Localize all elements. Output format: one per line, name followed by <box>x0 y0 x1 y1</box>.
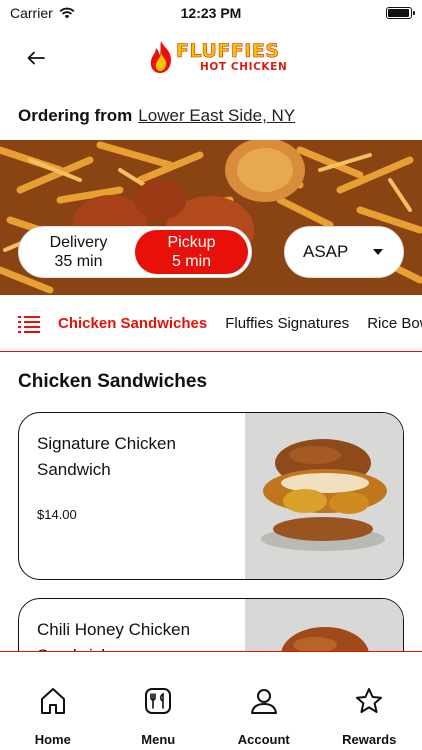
item-name: Signature Chicken Sandwich <box>37 434 176 479</box>
nav-rewards-label: Rewards <box>342 732 397 747</box>
star-icon <box>356 688 383 713</box>
account-icon <box>250 689 277 714</box>
order-mode-toggle: Delivery 35 min Pickup 5 min <box>18 226 252 278</box>
tab-rice-bowls[interactable]: Rice Bowls <box>367 315 422 332</box>
section-title: Chicken Sandwiches <box>18 371 208 392</box>
time-select-value: ASAP <box>303 242 349 261</box>
bottom-nav: Home Menu Account Rewards <box>0 651 422 750</box>
category-bar: Chicken Sandwiches Fluffies Signatures R… <box>0 296 422 352</box>
battery-fill <box>388 9 409 17</box>
list-icon[interactable] <box>18 315 40 333</box>
nav-account-label: Account <box>237 732 290 747</box>
tab-fluffies-signatures[interactable]: Fluffies Signatures <box>225 315 349 332</box>
back-button[interactable] <box>20 42 52 74</box>
location-link[interactable]: Lower East Side, NY <box>138 106 295 126</box>
wifi-icon <box>59 7 75 19</box>
brand-logo: FLUFFIES HOT CHICKEN <box>148 40 287 74</box>
nav-home-label: Home <box>34 732 71 747</box>
status-bar: Carrier 12:23 PM <box>0 0 422 26</box>
nav-account[interactable]: Account <box>211 652 317 750</box>
home-icon <box>40 688 65 714</box>
time-select[interactable]: ASAP <box>284 226 404 278</box>
pickup-time: 5 min <box>171 253 212 270</box>
logo-text: FLUFFIES HOT CHICKEN <box>176 39 288 73</box>
menu-utensils-icon <box>145 688 172 714</box>
item-info: Signature Chicken Sandwich <box>37 431 237 482</box>
header: FLUFFIES HOT CHICKEN <box>0 30 422 86</box>
carrier-label: Carrier <box>10 5 53 21</box>
delivery-option[interactable]: Delivery 35 min <box>22 230 135 274</box>
ordering-from: Ordering from Lower East Side, NY <box>18 106 295 126</box>
nav-home[interactable]: Home <box>0 652 106 750</box>
chicken-sandwich-image <box>245 413 403 579</box>
delivery-time: 35 min <box>54 253 103 270</box>
item-image <box>245 413 403 579</box>
menu-item-card[interactable]: Signature Chicken Sandwich $14.00 <box>18 412 404 580</box>
pickup-label: Pickup <box>167 233 216 251</box>
ordering-label: Ordering from <box>18 106 133 125</box>
battery-icon <box>386 7 415 19</box>
flame-logo-icon <box>150 41 171 73</box>
pickup-option[interactable]: Pickup 5 min <box>135 230 248 274</box>
hero-banner: Delivery 35 min Pickup 5 min ASAP <box>0 140 422 295</box>
item-price: $14.00 <box>37 507 77 522</box>
nav-rewards[interactable]: Rewards <box>317 652 422 750</box>
arrow-left-icon <box>27 51 45 65</box>
logo-main-text: FLUFFIES <box>176 39 280 62</box>
delivery-label: Delivery <box>49 233 108 251</box>
category-tabs: Chicken Sandwiches Fluffies Signatures R… <box>58 315 422 332</box>
logo-sub-text: HOT CHICKEN <box>200 60 288 73</box>
status-left: Carrier <box>10 5 75 21</box>
nav-menu[interactable]: Menu <box>106 652 212 750</box>
nav-menu-label: Menu <box>141 732 176 747</box>
caret-down-icon <box>373 249 383 255</box>
tab-chicken-sandwiches[interactable]: Chicken Sandwiches <box>58 315 207 332</box>
